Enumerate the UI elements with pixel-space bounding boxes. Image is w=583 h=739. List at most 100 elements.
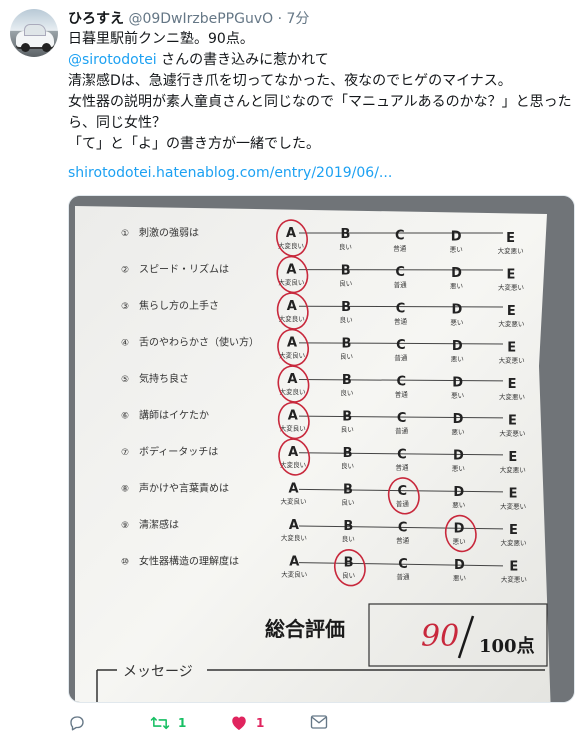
grade-label: 大変良い: [279, 387, 305, 396]
grade-letter: B: [343, 519, 353, 534]
grade-letter: C: [395, 228, 405, 243]
mention-link[interactable]: @sirotodotei: [68, 52, 157, 68]
grade-letter: C: [398, 520, 408, 535]
grade-letter: A: [287, 372, 297, 387]
grade-letter: D: [451, 230, 462, 245]
grade-label: 良い: [340, 352, 353, 361]
grade-label: 大変良い: [281, 570, 307, 579]
grade-label: 大変悪い: [500, 538, 526, 547]
grade-label: 悪い: [453, 538, 466, 546]
message-label: メッセージ: [123, 664, 193, 680]
grade-letter: D: [452, 303, 463, 318]
grade-label: 大変悪い: [499, 355, 525, 364]
grade-letter: A: [288, 409, 298, 424]
grade-letter: D: [454, 558, 465, 573]
author-avatar[interactable]: [10, 9, 58, 57]
grade-letter: E: [508, 450, 517, 465]
grade-letter: B: [340, 227, 350, 242]
grade-label: 悪い: [450, 319, 463, 327]
grade-label: 大変悪い: [498, 282, 524, 291]
grade-letter: C: [398, 557, 408, 572]
grade-label: 普通: [395, 389, 409, 398]
grade-letter: E: [509, 486, 518, 501]
grade-letter: B: [342, 337, 352, 352]
retweet-count: 1: [178, 716, 187, 730]
grade-letter: B: [341, 300, 351, 315]
tweet-line: 「て」と「よ」の書き方が一緒でした。: [68, 136, 320, 152]
grade-letter: E: [509, 523, 518, 538]
item-number: ⑦: [121, 448, 129, 458]
grade-label: 大変良い: [281, 497, 307, 506]
grade-label: 普通: [397, 572, 411, 581]
grade-letter: A: [286, 226, 296, 241]
grade-label: 大変悪い: [498, 246, 524, 255]
tweet-time[interactable]: 7分: [287, 11, 310, 27]
retweet-button[interactable]: 1: [150, 714, 186, 732]
grade-letter: B: [342, 410, 352, 425]
grade-letter: A: [289, 555, 299, 570]
item-label: 気持ち良さ: [139, 372, 189, 385]
grade-label: 悪い: [453, 574, 466, 582]
grade-letter: E: [508, 377, 517, 392]
item-label: 声かけや言葉責めは: [139, 482, 229, 495]
grade-label: 大変悪い: [501, 574, 527, 583]
item-number: ⑥: [121, 412, 129, 422]
grade-label: 大変悪い: [500, 465, 526, 474]
item-number: ③: [121, 302, 129, 312]
grade-label: 大変悪い: [499, 392, 525, 401]
grade-label: 大変良い: [280, 424, 306, 433]
grade-letter: E: [509, 559, 518, 574]
grade-label: 大変良い: [279, 314, 305, 323]
grade-letter: E: [507, 304, 516, 319]
grade-letter: A: [288, 482, 298, 497]
grade-label: 普通: [396, 499, 410, 508]
grade-label: 大変良い: [278, 278, 304, 287]
tweet-line: 女性器の説明が素人童貞さんと同じなので「マニュアルあるのかな？」と思ったら、同じ…: [68, 94, 572, 131]
grade-letter: A: [289, 518, 299, 533]
tweet-header: ひろすえ @09DwIrzbePPGuvO · 7分: [68, 8, 309, 28]
grade-label: 悪い: [452, 465, 465, 473]
tweet: ひろすえ @09DwIrzbePPGuvO · 7分 日暮里駅前クンニ塾。90点…: [0, 0, 583, 739]
grade-letter: A: [288, 445, 298, 460]
grade-label: 良い: [342, 571, 355, 580]
author-handle[interactable]: @09DwIrzbePPGuvO: [128, 11, 273, 27]
grade-letter: A: [287, 336, 297, 351]
grade-letter: D: [452, 339, 463, 354]
grade-label: 良い: [341, 498, 354, 507]
author-name[interactable]: ひろすえ: [68, 11, 124, 27]
grade-label: 悪い: [450, 246, 463, 254]
grade-letter: D: [453, 449, 464, 464]
grade-label: 良い: [341, 461, 354, 470]
grade-label: 悪い: [451, 355, 464, 363]
grade-letter: D: [452, 376, 463, 391]
grade-letter: C: [395, 265, 405, 280]
score-value: 90: [421, 619, 459, 654]
grade-label: 悪い: [452, 428, 465, 436]
direct-message-button[interactable]: [310, 714, 328, 730]
grade-letter: C: [398, 484, 408, 499]
grade-letter: B: [341, 264, 351, 279]
total-label: 総合評価: [265, 617, 345, 641]
tweet-line: 日暮里駅前クンニ塾。90点。: [68, 31, 254, 47]
item-number: ④: [121, 339, 129, 349]
item-label: 女性器構造の理解度は: [139, 555, 239, 568]
grade-label: 普通: [394, 353, 408, 362]
grade-letter: C: [396, 338, 406, 353]
item-label: スピード・リズムは: [139, 263, 229, 276]
item-number: ⑩: [121, 558, 129, 568]
item-label: ボディータッチは: [139, 445, 218, 458]
grade-letter: E: [507, 340, 516, 355]
grade-label: 良い: [340, 388, 353, 397]
reply-button[interactable]: [68, 714, 94, 732]
grade-letter: B: [343, 483, 353, 498]
grade-label: 普通: [393, 243, 407, 252]
like-button[interactable]: 1: [230, 714, 264, 731]
item-label: 刺激の強弱は: [139, 226, 199, 239]
url-link[interactable]: shirotodotei.hatenablog.com/entry/2019/0…: [68, 163, 573, 184]
grade-label: 悪い: [450, 282, 463, 290]
grade-label: 普通: [394, 280, 408, 289]
evaluation-sheet: ① 刺激の強弱は A大変良いB良いC普通D悪いE大変悪い② スピード・リズムは A大変良…: [69, 196, 574, 702]
attached-photo[interactable]: ① 刺激の強弱は A 大変良い B 良い C 普通 D 悪い E 大変悪い ② スピード・リズムは A 大変良…: [68, 195, 575, 703]
heart-icon: [232, 716, 246, 730]
grade-letter: C: [397, 447, 407, 462]
